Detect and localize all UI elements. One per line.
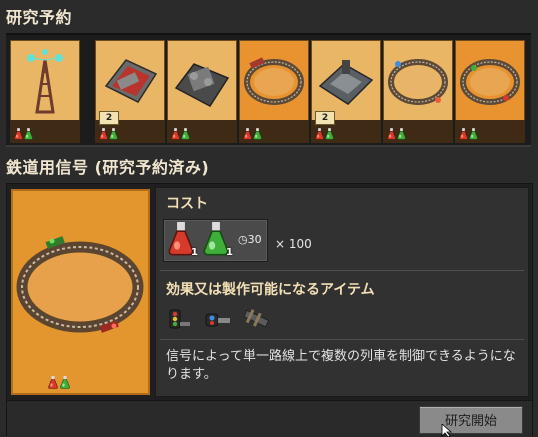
cost-box: 1 1 ◷30	[163, 219, 268, 262]
queue-item-radar-tower[interactable]	[10, 40, 80, 143]
flask-group	[459, 128, 478, 140]
red-flask-icon	[315, 128, 324, 140]
green-flask-icon	[24, 128, 33, 140]
flask-group	[243, 128, 262, 140]
chain-signal-icon[interactable]	[202, 304, 234, 334]
flask-group	[387, 128, 406, 140]
technology-description: 信号によって単一路線上で複数の列車を制御できるようになります。	[166, 349, 516, 382]
cost-red-flask[interactable]: 1	[167, 222, 199, 258]
queue-item-rail-loop-light[interactable]	[383, 40, 453, 143]
flask-group	[99, 128, 118, 140]
rail-signal-icon[interactable]	[164, 304, 196, 334]
cost-count: 1	[226, 247, 233, 258]
technology-title: 鉄道用信号 (研究予約済み)	[6, 158, 210, 177]
queue-item-engine-machine[interactable]	[167, 40, 237, 143]
rail-loop-icon	[244, 57, 304, 114]
bunker-icon	[318, 60, 374, 105]
queue-count-badge: 2	[315, 111, 335, 125]
divider	[160, 270, 524, 271]
technology-detail-panel: コスト 1 1 ◷30 × 100 効果又は製作可能になるアイテム 信号によって…	[6, 183, 533, 436]
red-flask-icon	[48, 376, 58, 389]
rail-tool-icon[interactable]	[240, 304, 272, 334]
green-flask-icon	[397, 128, 406, 140]
research-queue: 2 2	[6, 33, 531, 147]
flask-group	[14, 128, 33, 140]
queue-item-rail-loop-signal[interactable]	[455, 40, 525, 143]
queue-item-red-train-car[interactable]: 2	[95, 40, 165, 143]
cost-green-flask[interactable]: 1	[202, 222, 234, 258]
effects-heading: 効果又は製作可能になるアイテム	[166, 282, 375, 298]
technology-preview	[11, 189, 150, 395]
green-flask-icon	[253, 128, 262, 140]
red-flask-icon	[243, 128, 252, 140]
flask-group	[171, 128, 190, 140]
clock-icon: ◷	[238, 233, 248, 246]
rail-loop-icon	[388, 46, 448, 114]
research-queue-title: 研究予約	[6, 8, 73, 27]
start-research-button[interactable]: 研究開始	[419, 406, 523, 434]
rail-signal-loop-icon	[460, 46, 520, 114]
red-flask-icon	[99, 128, 108, 140]
divider	[160, 339, 524, 340]
green-flask-icon	[181, 128, 190, 140]
queue-item-stone-bunker[interactable]: 2	[311, 40, 381, 143]
red-flask-icon	[459, 128, 468, 140]
green-flask-icon	[60, 376, 70, 389]
flask-group	[48, 376, 70, 389]
mouse-cursor-icon	[441, 424, 453, 437]
engine-icon	[174, 63, 230, 107]
red-flask-icon	[14, 128, 23, 140]
cost-count: 1	[191, 247, 198, 258]
technology-info: コスト 1 1 ◷30 × 100 効果又は製作可能になるアイテム 信号によって…	[155, 187, 529, 397]
train-car-icon	[104, 59, 158, 103]
unlock-list	[164, 304, 272, 334]
cost-multiplier: × 100	[275, 237, 312, 251]
green-flask-icon	[469, 128, 478, 140]
queue-count-badge: 2	[99, 111, 119, 125]
green-flask-icon	[325, 128, 334, 140]
cost-time-value: 30	[247, 233, 262, 246]
radar-tower-icon	[27, 49, 63, 114]
red-flask-icon	[387, 128, 396, 140]
green-flask-icon	[109, 128, 118, 140]
cost-heading: コスト	[166, 196, 208, 212]
queue-item-rail-loop[interactable]	[239, 40, 309, 143]
rail-signal-loop-icon	[16, 236, 144, 333]
flask-group	[315, 128, 334, 140]
cost-time: ◷30	[238, 233, 262, 246]
red-flask-icon	[171, 128, 180, 140]
